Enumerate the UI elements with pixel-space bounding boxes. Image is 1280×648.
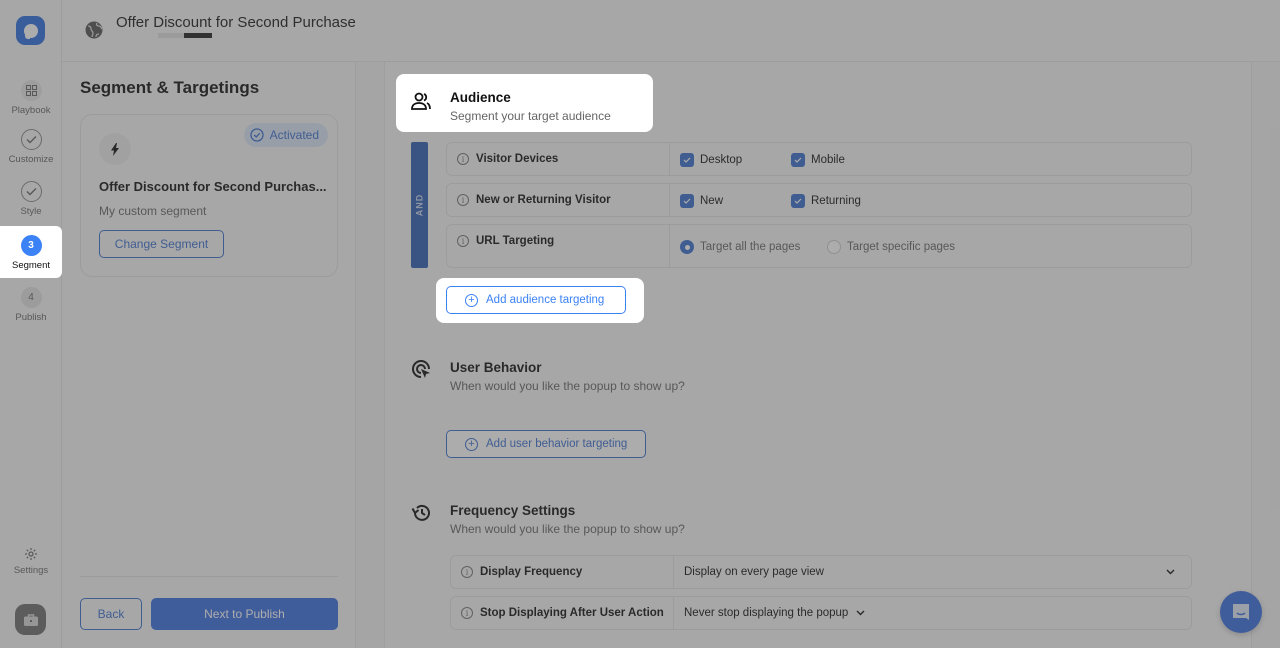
grid-icon	[20, 80, 42, 101]
rail-item-style[interactable]: Style	[0, 181, 62, 217]
status-badge-label: Activated	[269, 128, 319, 142]
rail-item-label: Settings	[13, 565, 49, 576]
change-segment-button[interactable]: Change Segment	[99, 230, 224, 258]
rail-item-customize[interactable]: Customize	[0, 129, 62, 165]
info-icon[interactable]: i	[461, 607, 473, 619]
cursor-click-icon	[412, 360, 430, 378]
rail-item-label: Playbook	[11, 105, 51, 116]
segment-card: Activated Offer Discount for Second Purc…	[80, 114, 338, 277]
step-number: 4	[20, 287, 42, 308]
plus-circle-icon: +	[465, 293, 478, 307]
check-icon	[20, 181, 42, 202]
check-icon	[20, 129, 42, 150]
section-subtitle: When would you like the popup to show up…	[450, 379, 685, 393]
users-icon	[411, 92, 431, 110]
audience-header-spotlight: Audience Segment your target audience	[396, 74, 653, 132]
section-title: Audience	[450, 90, 511, 105]
rail-item-settings[interactable]: Settings	[0, 547, 62, 576]
audience-row-visitor-devices: i Visitor Devices Desktop Mobile	[446, 142, 1192, 176]
checkbox-checked-icon	[791, 194, 805, 208]
checkbox-checked-icon	[680, 194, 694, 208]
status-badge: Activated	[243, 123, 328, 147]
rail-item-label: Customize	[8, 154, 54, 165]
rail-item-label: Publish	[15, 312, 47, 323]
frequency-row-stop-displaying: i Stop Displaying After User Action Never…	[450, 596, 1192, 630]
rail-item-segment[interactable]: 3 Segment	[0, 226, 62, 278]
stop-displaying-select[interactable]: Never stop displaying the popup	[684, 607, 865, 619]
lightning-icon	[99, 133, 131, 165]
checkbox-desktop[interactable]: Desktop	[680, 153, 742, 167]
add-user-behavior-targeting-button[interactable]: + Add user behavior targeting	[446, 430, 647, 458]
chat-icon	[1233, 604, 1249, 620]
info-icon[interactable]: i	[457, 153, 469, 165]
info-icon[interactable]: i	[457, 235, 469, 247]
rail-item-playbook[interactable]: Playbook	[0, 80, 62, 116]
checkbox-checked-icon	[791, 153, 805, 167]
chat-support-button[interactable]	[1220, 591, 1262, 633]
add-audience-targeting-button[interactable]: + Add audience targeting	[446, 286, 626, 314]
globe-icon	[85, 21, 103, 39]
chevron-down-icon	[856, 610, 865, 616]
row-label: Display Frequency	[480, 566, 583, 578]
and-operator: AND	[411, 142, 428, 268]
audience-row-url-targeting: i URL Targeting Target all the pages Targ…	[446, 224, 1192, 268]
section-subtitle: When would you like the popup to show up…	[450, 522, 685, 536]
chevron-down-icon[interactable]	[1166, 569, 1175, 575]
frequency-row-display-frequency: i Display Frequency Display on every page…	[450, 555, 1192, 589]
info-icon[interactable]: i	[461, 566, 473, 578]
plus-circle-icon: +	[465, 437, 478, 451]
radio-selected-icon	[680, 240, 694, 254]
radio-target-specific-pages[interactable]: Target specific pages	[827, 240, 955, 254]
back-button[interactable]: Back	[80, 598, 142, 630]
section-title: Frequency Settings	[450, 503, 576, 518]
rail-item-label: Segment	[11, 260, 51, 271]
next-to-publish-button[interactable]: Next to Publish	[151, 598, 338, 630]
row-label: Stop Displaying After User Action	[480, 607, 664, 619]
segment-subtitle: My custom segment	[99, 204, 207, 218]
panel-heading: Segment & Targetings	[80, 78, 260, 97]
rail-item-publish[interactable]: 4 Publish	[0, 287, 62, 323]
app-logo-icon[interactable]	[16, 16, 45, 45]
checkbox-new[interactable]: New	[680, 194, 723, 208]
page-title[interactable]: Offer Discount for Second Purchase	[116, 14, 356, 31]
title-underline-active	[184, 33, 212, 38]
section-title: User Behavior	[450, 360, 542, 375]
history-icon	[411, 504, 430, 521]
check-circle-icon	[249, 128, 264, 142]
checkbox-returning[interactable]: Returning	[791, 194, 861, 208]
checkbox-mobile[interactable]: Mobile	[791, 153, 845, 167]
rail-item-label: Style	[20, 206, 42, 217]
title-underline	[158, 33, 184, 38]
info-icon[interactable]: i	[457, 194, 469, 206]
briefcase-icon[interactable]	[15, 604, 46, 635]
radio-unselected-icon	[827, 240, 841, 254]
gear-icon	[25, 548, 37, 560]
add-audience-spotlight: + Add audience targeting	[436, 278, 644, 323]
row-label: URL Targeting	[476, 235, 555, 247]
radio-target-all-pages[interactable]: Target all the pages	[680, 240, 800, 254]
section-subtitle: Segment your target audience	[450, 109, 611, 123]
row-label: New or Returning Visitor	[476, 194, 611, 206]
audience-row-new-returning: i New or Returning Visitor New Returning	[446, 183, 1192, 217]
divider	[80, 576, 338, 577]
checkbox-checked-icon	[680, 153, 694, 167]
display-frequency-select[interactable]: Display on every page view	[684, 566, 824, 578]
step-number-active: 3	[20, 235, 42, 256]
row-label: Visitor Devices	[476, 153, 559, 165]
top-bar	[62, 0, 1280, 62]
segment-name: Offer Discount for Second Purchas...	[99, 179, 327, 194]
